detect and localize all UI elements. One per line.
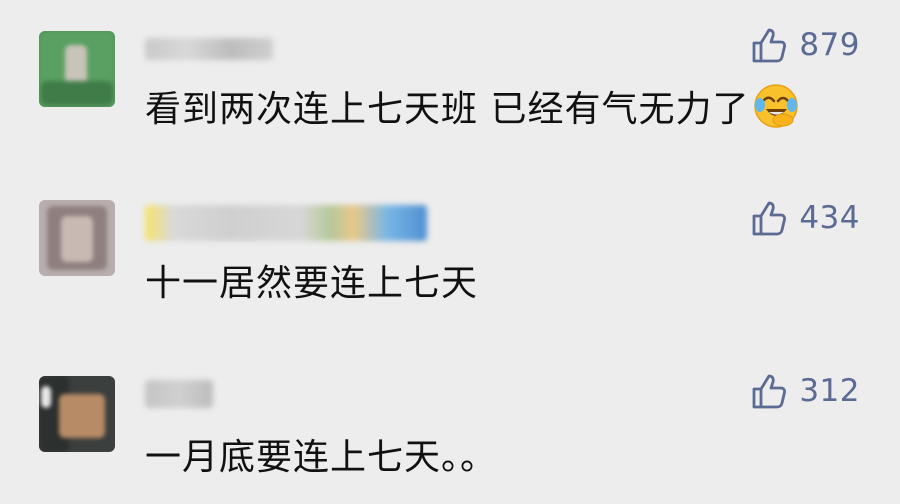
thumbs-up-icon — [751, 199, 787, 237]
comment-item: 312 一月底要连上七天。。 — [0, 0, 900, 478]
like-button[interactable]: 434 — [751, 199, 860, 237]
thumbs-up-icon — [751, 372, 787, 410]
avatar[interactable] — [39, 376, 115, 452]
like-count: 312 — [799, 373, 860, 409]
comment-text-row: 一月底要连上七天。。 — [145, 428, 497, 480]
comment-text: 十一居然要连上七天 — [145, 263, 479, 304]
comment-text: 一月底要连上七天。。 — [145, 437, 498, 478]
comment-text-row: 十一居然要连上七天 — [145, 254, 478, 306]
avatar[interactable] — [39, 200, 115, 276]
like-button[interactable]: 312 — [751, 372, 860, 410]
username[interactable] — [145, 205, 427, 241]
username[interactable] — [145, 380, 213, 408]
comment-list: 879 看到两次连上七天班 已经有气无力了 434 十一居然要连上七天 312 … — [0, 0, 900, 504]
like-count: 434 — [799, 200, 860, 236]
